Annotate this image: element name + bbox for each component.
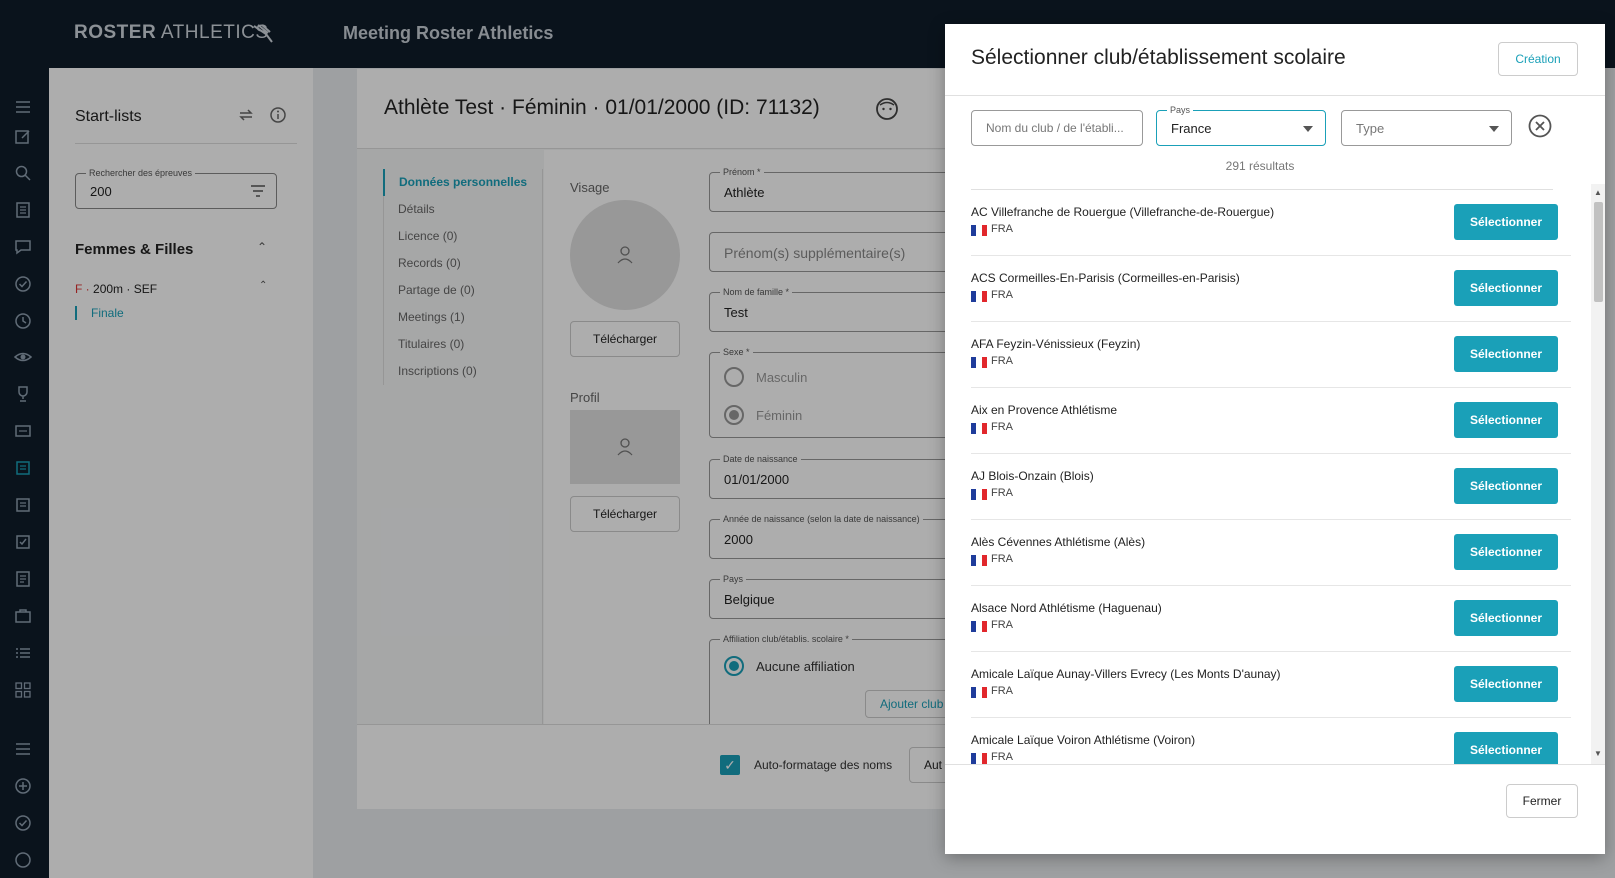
club-country-code: FRA <box>991 751 1013 763</box>
club-list: AC Villefranche de Rouergue (Villefranch… <box>971 190 1571 764</box>
scroll-down-arrow-icon[interactable]: ▼ <box>1594 749 1602 758</box>
clear-filters-icon[interactable] <box>1527 113 1553 139</box>
club-row: Alès Cévennes Athlétisme (Alès) FRA Sélect… <box>971 520 1571 586</box>
club-country-code: FRA <box>991 223 1013 235</box>
club-row: ACS Cormeilles-En-Parisis (Cormeilles-en… <box>971 256 1571 322</box>
select-club-button[interactable]: Sélectionner <box>1454 732 1558 764</box>
club-name: AJ Blois-Onzain (Blois) <box>971 469 1094 483</box>
select-club-button[interactable]: Sélectionner <box>1454 534 1558 570</box>
france-flag-icon <box>971 555 987 566</box>
club-name: Aix en Provence Athlétisme <box>971 403 1118 417</box>
club-name: AFA Feyzin-Vénissieux (Feyzin) <box>971 337 1141 351</box>
club-country-code: FRA <box>991 487 1013 499</box>
france-flag-icon <box>971 753 987 764</box>
dialog-header-divider <box>945 95 1605 96</box>
select-club-button[interactable]: Sélectionner <box>1454 468 1558 504</box>
dialog-footer-divider <box>945 764 1605 765</box>
club-country-code: FRA <box>991 619 1013 631</box>
select-club-button[interactable]: Sélectionner <box>1454 336 1558 372</box>
caret-down-icon <box>1303 126 1313 132</box>
france-flag-icon <box>971 489 987 500</box>
club-name: Alsace Nord Athlétisme (Haguenau) <box>971 601 1162 615</box>
france-flag-icon <box>971 357 987 368</box>
club-name: ACS Cormeilles-En-Parisis (Cormeilles-en… <box>971 271 1240 285</box>
club-select-dialog: Sélectionner club/établissement scolaire… <box>945 24 1605 854</box>
france-flag-icon <box>971 423 987 434</box>
club-row: Alsace Nord Athlétisme (Haguenau) FRA Séle… <box>971 586 1571 652</box>
club-name: AC Villefranche de Rouergue (Villefranch… <box>971 205 1275 219</box>
select-club-button[interactable]: Sélectionner <box>1454 204 1558 240</box>
caret-down-icon <box>1489 126 1499 132</box>
france-flag-icon <box>971 621 987 632</box>
create-button[interactable]: Création <box>1498 42 1578 76</box>
select-club-button[interactable]: Sélectionner <box>1454 666 1558 702</box>
club-country-code: FRA <box>991 289 1013 301</box>
results-count: 291 résultats <box>1225 159 1295 173</box>
france-flag-icon <box>971 291 987 302</box>
france-flag-icon <box>971 225 987 236</box>
country-select[interactable]: Pays France <box>1156 105 1326 146</box>
france-flag-icon <box>971 687 987 698</box>
type-select[interactable]: Type <box>1341 110 1512 146</box>
list-scrollbar[interactable]: ▲ ▼ <box>1591 184 1605 764</box>
select-club-button[interactable]: Sélectionner <box>1454 600 1558 636</box>
club-country-code: FRA <box>991 421 1013 433</box>
select-club-button[interactable]: Sélectionner <box>1454 270 1558 306</box>
club-row: Amicale Laïque Voiron Athlétisme (Voiron… <box>971 718 1571 764</box>
dialog-title: Sélectionner club/établissement scolaire <box>971 46 1346 69</box>
club-row: Amicale Laïque Aunay-Villers Evrecy (Les… <box>971 652 1571 718</box>
close-button[interactable]: Fermer <box>1506 784 1578 818</box>
club-name: Amicale Laïque Aunay-Villers Evrecy (Les… <box>971 667 1281 681</box>
club-name: Alès Cévennes Athlétisme (Alès) <box>971 535 1146 549</box>
club-row: AFA Feyzin-Vénissieux (Feyzin) FRA Sélecti… <box>971 322 1571 388</box>
club-name-input[interactable]: Nom du club / de l'établi... <box>971 110 1143 146</box>
scroll-thumb[interactable] <box>1594 202 1603 302</box>
club-name: Amicale Laïque Voiron Athlétisme (Voiron… <box>971 733 1196 747</box>
club-row: AJ Blois-Onzain (Blois) FRA Sélectionner <box>971 454 1571 520</box>
scroll-up-arrow-icon[interactable]: ▲ <box>1594 188 1602 197</box>
club-row: AC Villefranche de Rouergue (Villefranch… <box>971 190 1571 256</box>
select-club-button[interactable]: Sélectionner <box>1454 402 1558 438</box>
club-row: Aix en Provence Athlétisme FRA Sélectionne… <box>971 388 1571 454</box>
club-country-code: FRA <box>991 553 1013 565</box>
club-country-code: FRA <box>991 355 1013 367</box>
club-country-code: FRA <box>991 685 1013 697</box>
